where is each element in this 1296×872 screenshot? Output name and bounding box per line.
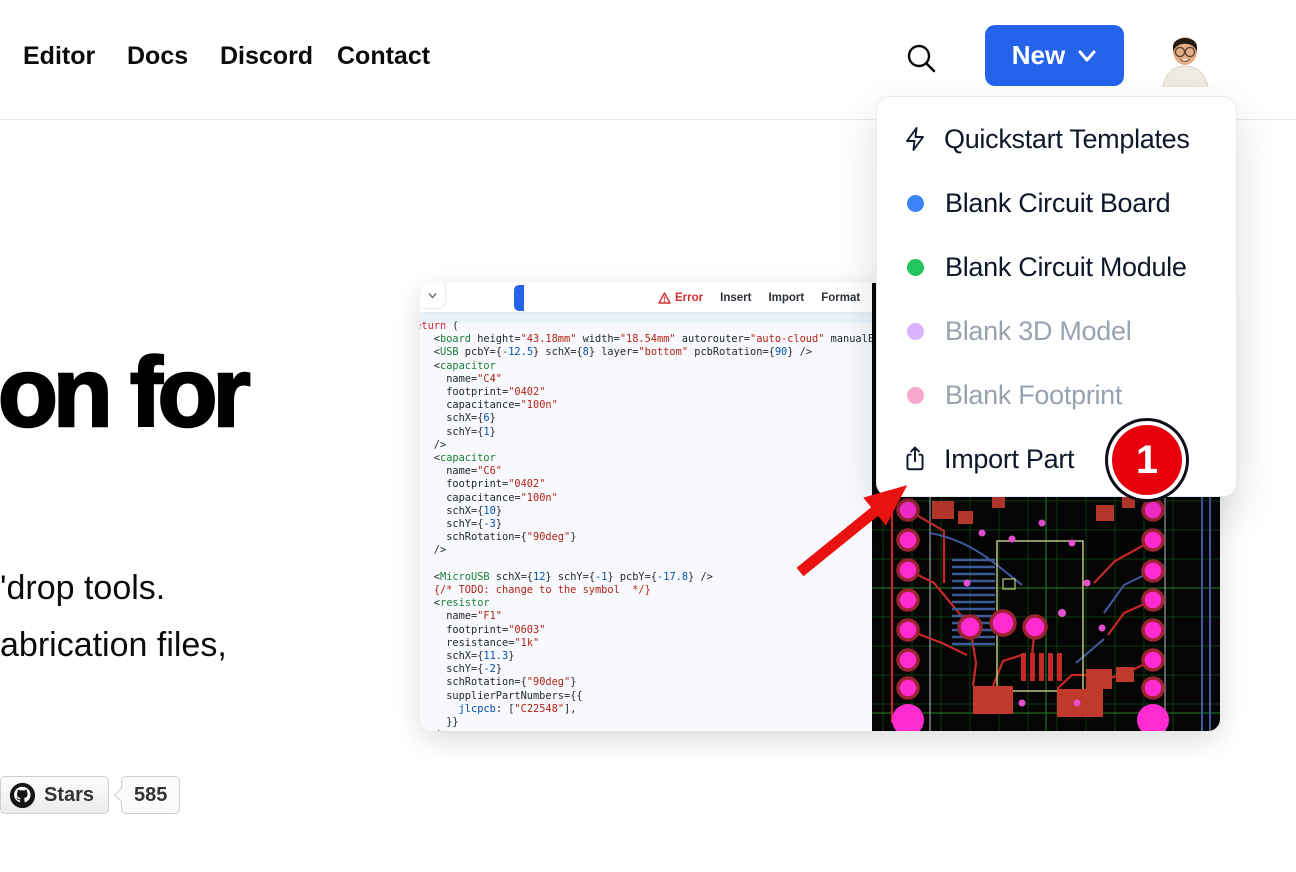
github-stars-count[interactable]: 585 [121, 776, 180, 814]
blue-dot-icon [907, 195, 924, 212]
new-button-label: New [1012, 40, 1065, 71]
github-stars-count-value: 585 [134, 784, 167, 807]
menu-item-import-part[interactable]: Import Part [877, 427, 1236, 491]
chevron-down-icon [1077, 49, 1097, 63]
nav-link-editor[interactable]: Editor [23, 42, 95, 71]
hero-paragraph: 'drop tools. abrication files, [0, 560, 227, 674]
editor-menu-error-label: Error [675, 292, 703, 304]
chevron-down-icon [428, 292, 437, 299]
editor-collapse-tab[interactable] [420, 283, 446, 309]
menu-item-blank-circuit-board[interactable]: Blank Circuit Board [877, 171, 1236, 235]
green-dot-icon [907, 259, 924, 276]
hero-heading-clipped: on for [0, 342, 246, 442]
github-stars-label: Stars [44, 784, 94, 807]
count-bubble-notch [114, 788, 128, 802]
upload-icon [902, 445, 928, 473]
hero-paragraph-line-2: abrication files, [0, 617, 227, 674]
editor-menu-import[interactable]: Import [768, 292, 804, 304]
step-badge-1: 1 [1112, 425, 1182, 495]
menu-item-label: Blank Footprint [945, 380, 1122, 411]
avatar-photo [1157, 29, 1213, 87]
run-button-partial[interactable] [514, 285, 524, 311]
nav-link-docs[interactable]: Docs [127, 42, 188, 71]
warning-icon [658, 292, 671, 304]
menu-item-label: Blank Circuit Board [945, 188, 1170, 219]
menu-item-label: Import Part [944, 444, 1074, 475]
menu-item-quickstart-templates[interactable]: Quickstart Templates [877, 107, 1236, 171]
avatar[interactable] [1157, 29, 1213, 87]
editor-menu: Error Insert Import Format [658, 283, 860, 313]
magnifier-glyph [904, 41, 938, 75]
purple-dot-icon [907, 323, 924, 340]
editor-toolbar: Error Insert Import Format [420, 283, 872, 313]
menu-item-label: Blank Circuit Module [945, 252, 1187, 283]
step-badge-number: 1 [1136, 438, 1158, 483]
editor-menu-insert[interactable]: Insert [720, 292, 751, 304]
menu-item-blank-footprint[interactable]: Blank Footprint [877, 363, 1236, 427]
new-dropdown-menu: Quickstart Templates Blank Circuit Board… [876, 96, 1237, 497]
menu-item-blank-circuit-module[interactable]: Blank Circuit Module [877, 235, 1236, 299]
hero-paragraph-line-1: 'drop tools. [0, 560, 227, 617]
github-icon [9, 782, 36, 809]
menu-item-label: Quickstart Templates [944, 124, 1190, 155]
menu-item-label: Blank 3D Model [945, 316, 1131, 347]
pink-dot-icon [907, 387, 924, 404]
new-button[interactable]: New [985, 25, 1124, 86]
code-content: return ( <board height="43.18mm" width="… [420, 320, 872, 731]
nav-link-discord[interactable]: Discord [220, 42, 313, 71]
search-icon[interactable] [901, 38, 941, 78]
code-editor-area[interactable]: return ( <board height="43.18mm" width="… [420, 313, 872, 731]
editor-menu-error[interactable]: Error [658, 292, 703, 304]
github-stars-button[interactable]: Stars [0, 776, 109, 814]
menu-item-blank-3d-model[interactable]: Blank 3D Model [877, 299, 1236, 363]
zap-icon [902, 125, 928, 153]
github-stars-widget: Stars 585 [0, 776, 180, 814]
editor-menu-format[interactable]: Format [821, 292, 860, 304]
nav-link-contact[interactable]: Contact [337, 42, 430, 71]
